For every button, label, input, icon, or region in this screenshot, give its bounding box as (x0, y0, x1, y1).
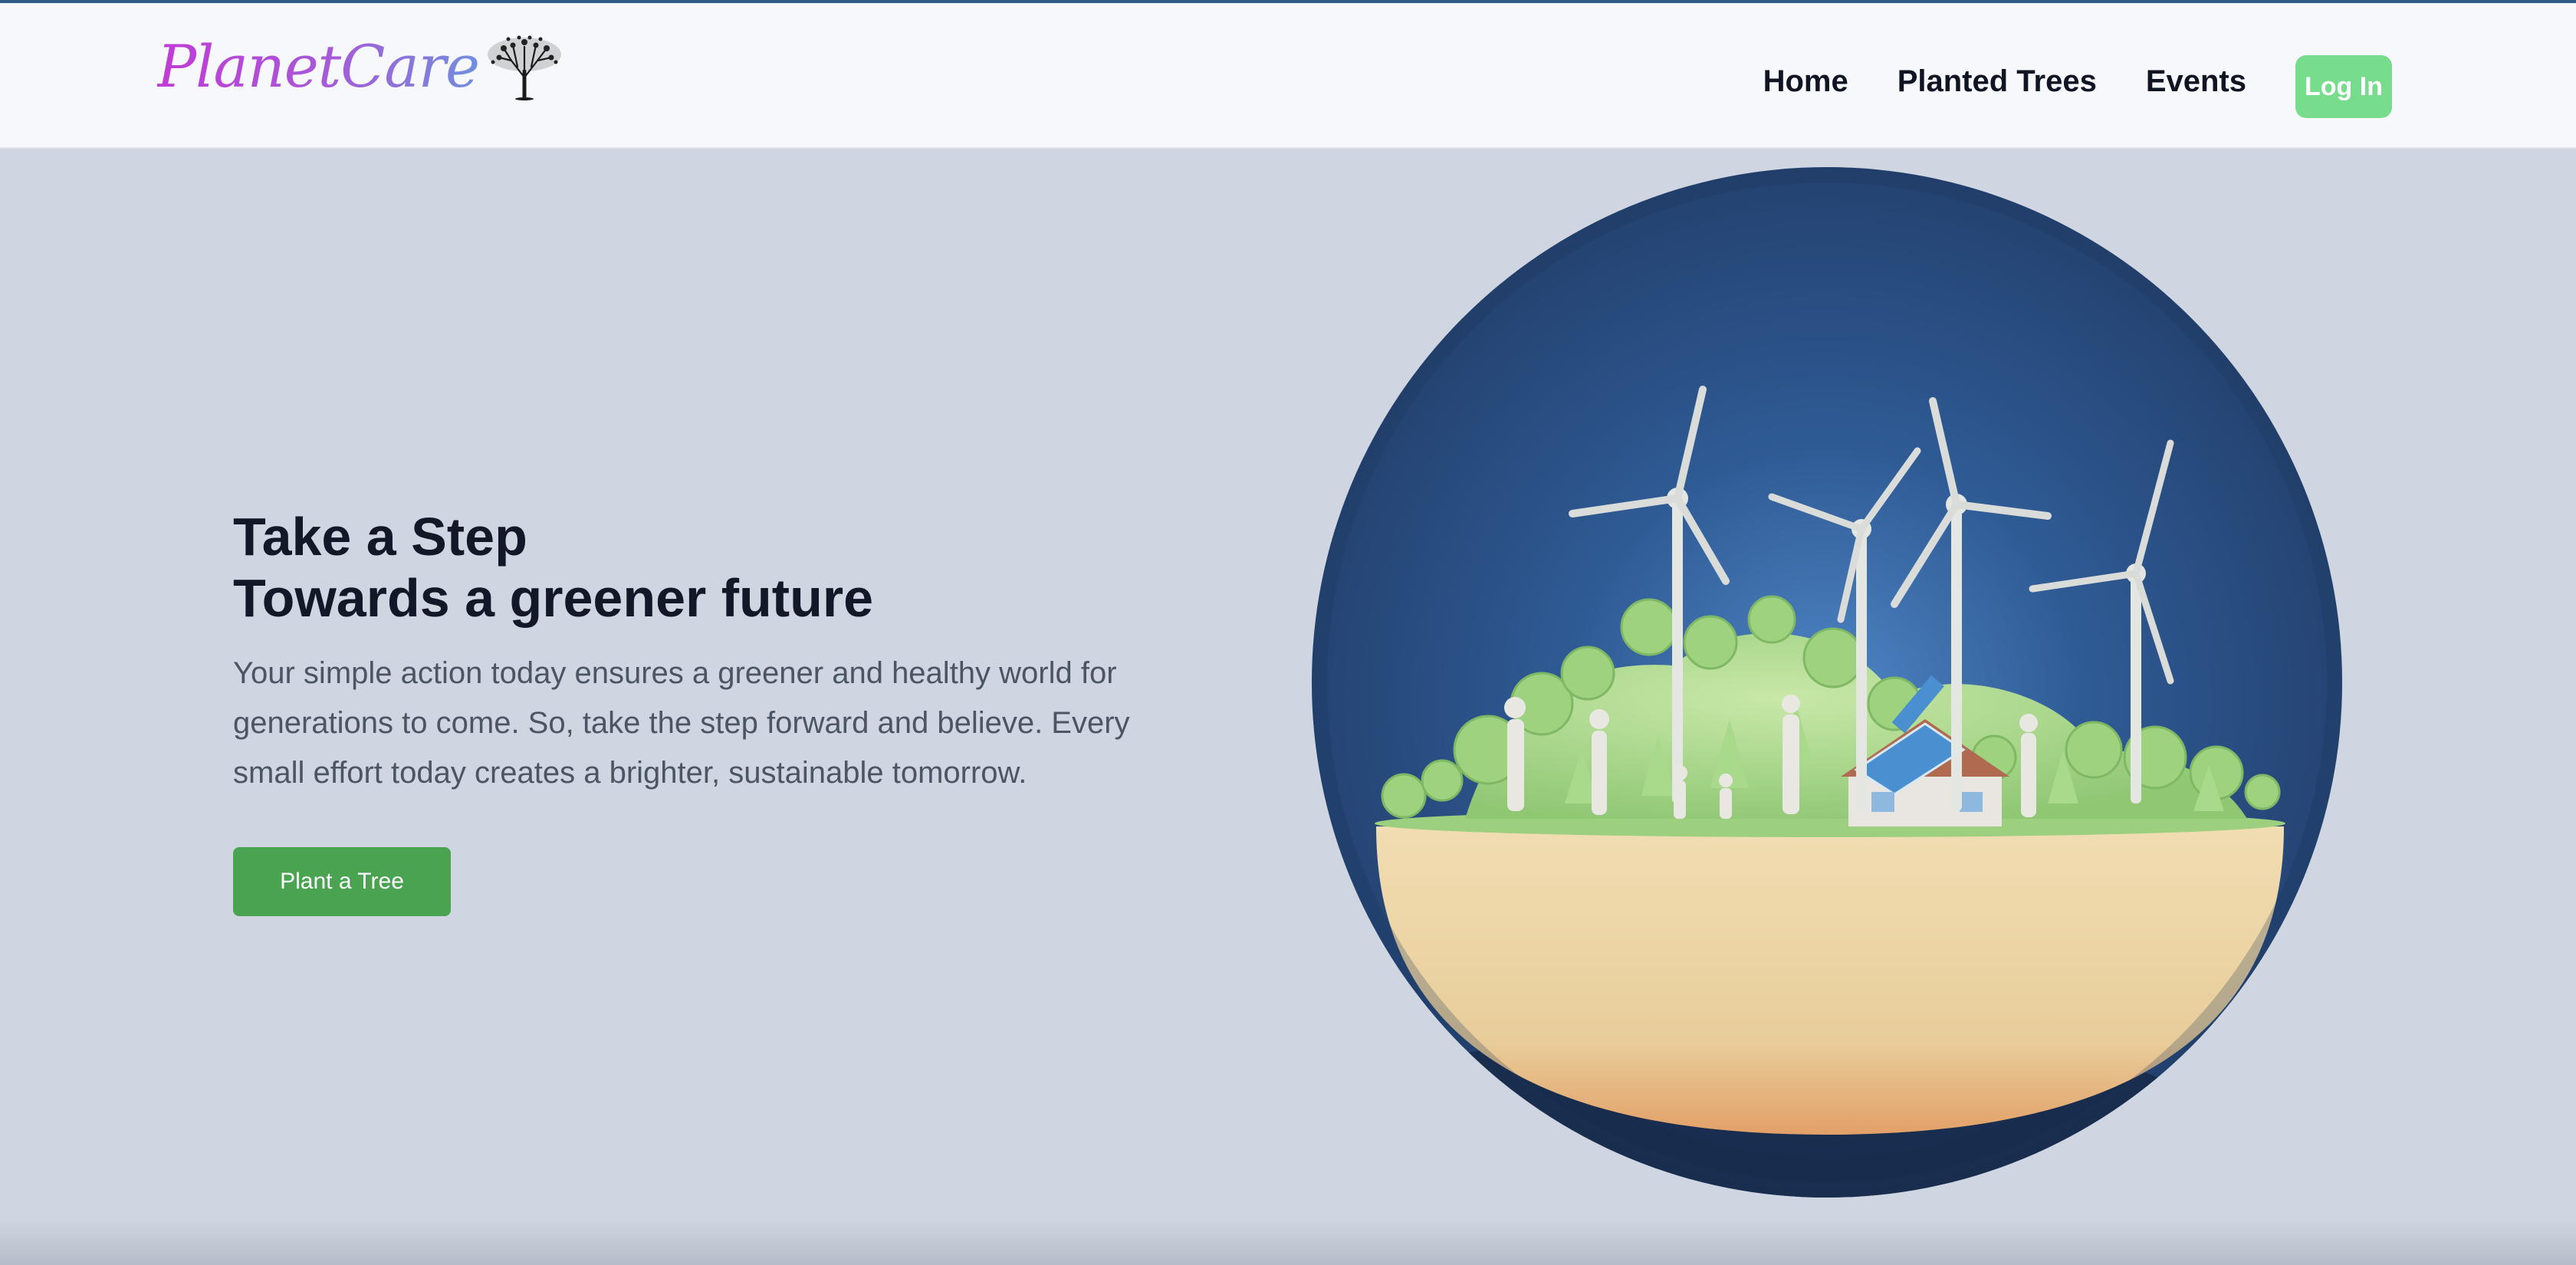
hero-title-line-1: Take a Step (233, 507, 527, 567)
nav-home[interactable]: Home (1763, 54, 1848, 108)
hero-text-block: Take a Step Towards a greener future You… (233, 506, 1168, 916)
logo[interactable]: PlanetCare (157, 31, 567, 101)
login-button[interactable]: Log In (2295, 55, 2392, 118)
hero-title: Take a Step Towards a greener future (233, 506, 1168, 629)
nav-events[interactable]: Events (2146, 54, 2246, 108)
main-nav: Home Planted Trees Events Log In (1763, 44, 2392, 118)
site-header: PlanetCare Home Planted Trees Events Log… (0, 3, 2576, 149)
plant-a-tree-button[interactable]: Plant a Tree (233, 847, 451, 916)
hero-title-line-2: Towards a greener future (233, 568, 874, 628)
eco-globe-illustration (1312, 167, 2342, 1198)
section-divider-shadow (0, 1219, 2576, 1265)
tree-icon (488, 35, 561, 100)
hero-description: Your simple action today ensures a green… (233, 656, 1130, 790)
nav-planted-trees[interactable]: Planted Trees (1898, 54, 2097, 108)
logo-text: PlanetCare (157, 31, 480, 100)
